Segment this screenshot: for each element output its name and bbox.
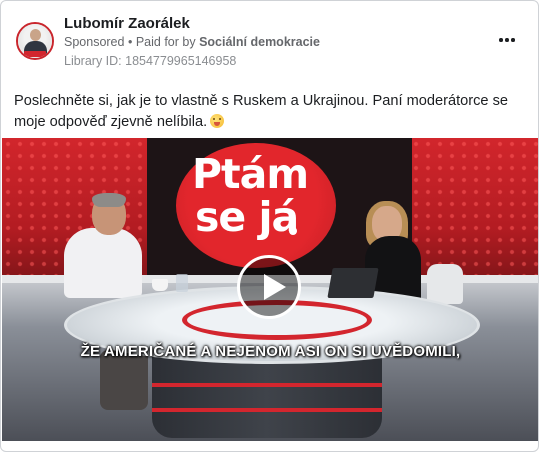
show-logo-line2: se já	[195, 193, 299, 241]
post-text-body: Poslechněte si, jak je to vlastně s Rusk…	[14, 93, 508, 130]
white-chair	[427, 264, 463, 304]
coffee-cup	[152, 279, 168, 291]
avatar-party-tag	[24, 51, 46, 57]
more-horizontal-icon	[498, 38, 516, 42]
guest-hair	[92, 193, 126, 207]
video-subtitle: ŽE AMERIČANÉ A NEJENOM ASI ON SI UVĚDOMI…	[80, 343, 461, 360]
flushed-face-emoji-icon	[210, 114, 225, 128]
show-logo-line1: Ptám	[192, 150, 309, 198]
sponsored-label: Sponsored	[64, 35, 125, 49]
desk-stripe-1	[152, 383, 382, 387]
avatar-head	[30, 29, 41, 41]
post-text: Poslechněte si, jak je to vlastně s Rusk…	[14, 91, 519, 133]
library-id: Library ID: 1854779965146958	[64, 54, 237, 68]
separator-dot: •	[127, 35, 133, 49]
show-logo-dot	[289, 227, 297, 235]
water-glass	[176, 274, 188, 292]
play-icon[interactable]	[237, 255, 301, 319]
more-options-button[interactable]	[495, 32, 519, 48]
ad-post-card: Lubomír Zaorálek Sponsored • Paid for by…	[0, 0, 539, 452]
desk-stripe-2	[152, 408, 382, 412]
laptop	[327, 268, 379, 298]
video-player[interactable]: Ptám se já ŽE AMERIČANÉ A NEJENOM ASI ON…	[2, 138, 538, 441]
sponsored-line: Sponsored • Paid for by Sociální demokra…	[64, 35, 320, 49]
paid-for-prefix: Paid for by	[135, 35, 196, 49]
paid-for-by-link[interactable]: Sociální demokracie	[199, 35, 320, 49]
author-name[interactable]: Lubomír Zaorálek	[64, 15, 190, 32]
guest-body	[64, 228, 142, 298]
author-avatar[interactable]	[16, 22, 54, 60]
